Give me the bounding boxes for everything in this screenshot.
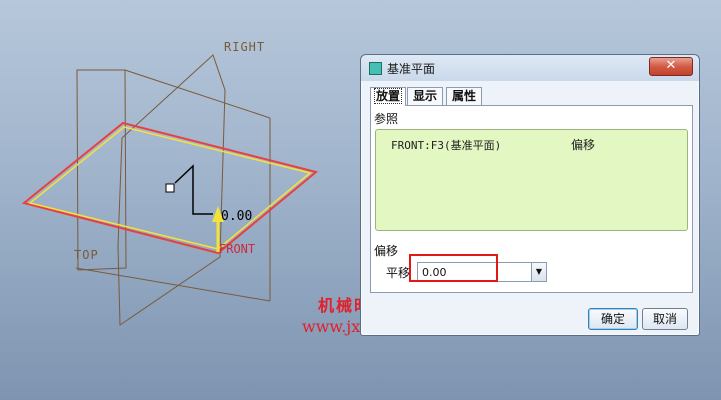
tab-placement[interactable]: 放置 xyxy=(370,87,406,106)
dropdown-arrow-icon[interactable]: ▼ xyxy=(531,263,546,281)
datum-plane-dialog: 基准平面 ✕ 放置 显示 属性 参照 FRONT:F3(基准平面) 偏移 偏移 … xyxy=(360,54,700,336)
tab-display[interactable]: 显示 xyxy=(407,87,443,105)
dialog-titlebar[interactable]: 基准平面 ✕ xyxy=(361,55,699,81)
top-plane-label: TOP xyxy=(74,248,99,262)
drag-handle[interactable] xyxy=(165,183,175,193)
ok-button[interactable]: 确定 xyxy=(588,308,638,330)
front-plane-label: FRONT xyxy=(219,242,255,256)
reference-item[interactable]: FRONT:F3(基准平面) xyxy=(391,137,501,153)
datum-plane-icon xyxy=(369,62,382,75)
cancel-button[interactable]: 取消 xyxy=(642,308,688,330)
translate-label: 平移 xyxy=(386,266,411,280)
front-plane-edge xyxy=(75,267,271,302)
offset-section-label: 偏移 xyxy=(374,244,399,258)
right-plane-label: RIGHT xyxy=(224,40,265,54)
offset-leader-line xyxy=(174,164,213,215)
close-button[interactable]: ✕ xyxy=(649,57,693,76)
dialog-title: 基准平面 xyxy=(387,62,436,76)
references-label: 参照 xyxy=(374,112,399,126)
front-plane-edge xyxy=(124,69,271,119)
highlight-annotation xyxy=(409,254,498,282)
references-list[interactable]: FRONT:F3(基准平面) 偏移 xyxy=(375,129,688,231)
offset-dimension-label[interactable]: 0.00 xyxy=(221,209,252,224)
tab-properties[interactable]: 属性 xyxy=(446,87,482,105)
reference-constraint-type[interactable]: 偏移 xyxy=(571,136,595,153)
